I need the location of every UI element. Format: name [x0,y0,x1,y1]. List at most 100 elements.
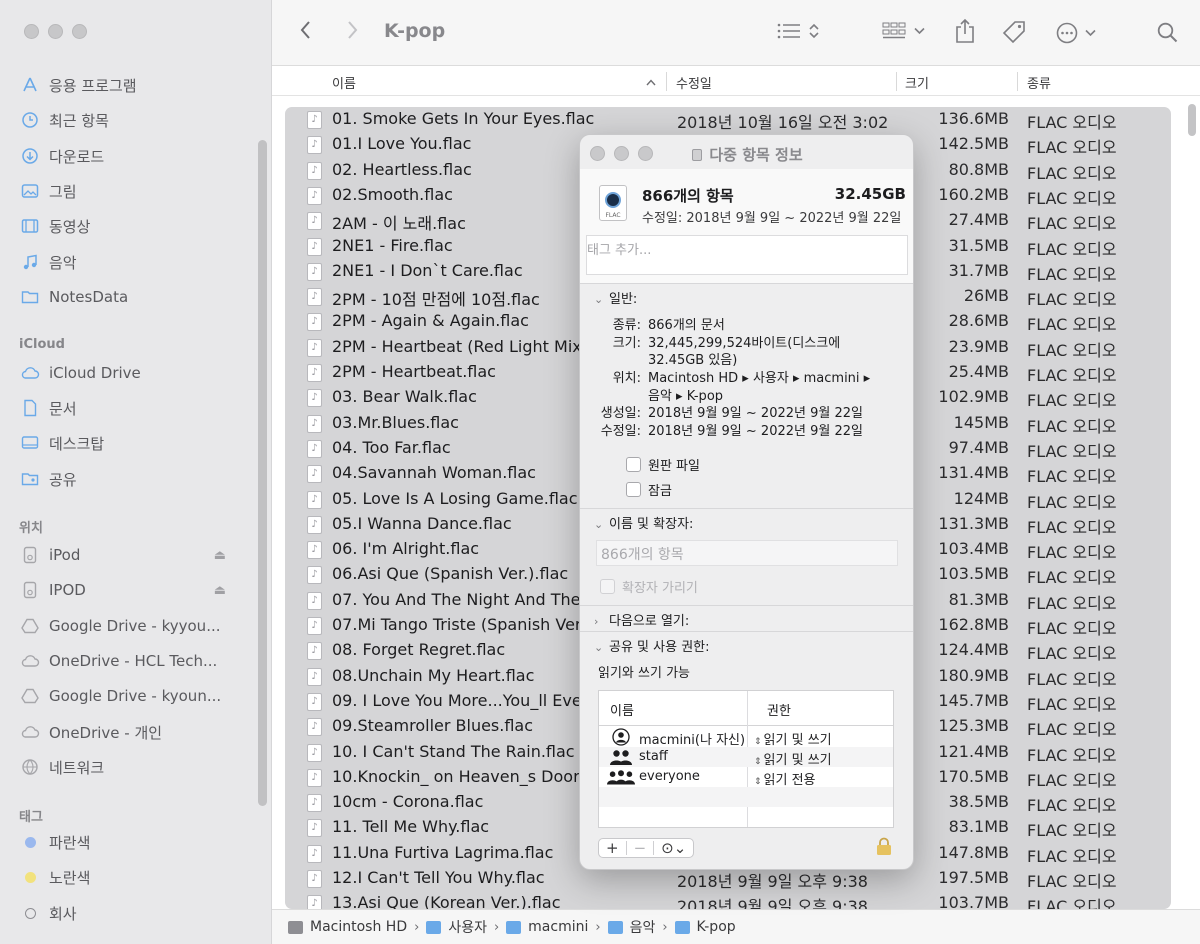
column-size[interactable]: 크기 [905,73,929,92]
file-size: 31.7MB [948,260,1009,280]
ellipsis-circle-icon [1056,22,1078,44]
eject-icon[interactable]: ⏏ [214,583,226,598]
checkbox-box[interactable] [626,482,641,497]
divider [580,283,913,284]
share-button[interactable] [955,18,975,44]
file-name: 2PM - 10점 만점에 10점.flac [332,290,540,310]
tag-dot-icon [20,903,40,923]
path-item[interactable]: 음악 [607,917,655,937]
sidebar-item-onedrive-hcl[interactable]: OneDrive - HCL Tech... [20,646,260,676]
path-item[interactable]: macmini [506,919,588,935]
modified-range: 수정일: 2018년 9월 9일 ~ 2022년 9월 22일 [642,211,902,226]
permission-row[interactable]: staff ⇕ 읽기 및 쓰기 [599,747,893,768]
list-scrollbar[interactable] [1188,104,1196,136]
sidebar-item-icloud-drive[interactable]: iCloud Drive [20,358,260,388]
checkbox-box[interactable] [626,457,641,472]
permissions-table[interactable]: 이름 권한 macmini(나 자신) ⇕ 읽기 및 쓰기 staff ⇕ 읽기 및… [598,690,894,828]
sidebar-item-onedrive-personal[interactable]: OneDrive - 개인 [20,717,260,747]
permission-privilege[interactable]: ⇕ 읽기 및 쓰기 [754,729,832,748]
audio-file-icon: ♪ [307,617,322,635]
file-size: 103.4MB [938,539,1009,559]
sidebar-item-network[interactable]: 네트워크 [20,752,260,782]
path-item[interactable]: K-pop [674,919,736,935]
back-button[interactable] [300,20,312,40]
column-kind[interactable]: 종류 [1027,73,1051,92]
eject-icon[interactable]: ⏏ [214,548,226,563]
file-row[interactable]: ♪ 13.Asi Que (Korean Ver.).flac 2018년 9월 9… [285,891,1171,909]
audio-file-icon: ♪ [307,541,322,560]
checkbox-box[interactable] [600,579,615,594]
perm-header-privilege[interactable]: 권한 [767,700,791,719]
folder-icon [674,920,690,934]
permission-privilege[interactable]: ⇕ 읽기 전용 [754,769,816,788]
action-menu-button[interactable] [1056,22,1096,44]
hide-extension-checkbox[interactable]: 확장자 가리기 [600,577,698,596]
name-extension-section-toggle[interactable]: ⌄ 이름 및 확장자: [594,513,693,532]
sidebar-item-notesdata[interactable]: NotesData [20,282,260,312]
search-button[interactable] [1157,22,1178,43]
name-field[interactable]: 866개의 항목 [596,540,898,566]
sidebar-item-tag-work[interactable]: 회사 [20,898,260,928]
permission-row[interactable]: everyone ⇕ 읽기 전용 [599,767,893,788]
sidebar-item-applications[interactable]: 응용 프로그램 [20,70,260,100]
sidebar-item-shared[interactable]: 공유 [20,464,260,494]
file-kind: FLAC 오디오 [1027,138,1117,158]
sharing-section-toggle[interactable]: ⌄ 공유 및 사용 권한: [594,636,710,655]
sidebar-item-tag-yellow[interactable]: 노란색 [20,862,260,892]
tag-icon [1002,21,1025,44]
sort-ascending-icon[interactable] [646,79,656,86]
sidebar-item-label: NotesData [49,288,129,306]
sidebar-item-movies[interactable]: 동영상 [20,211,260,241]
minimize-button[interactable] [48,24,63,39]
file-name: 02.Smooth.flac [332,184,453,204]
sidebar-scrollbar[interactable] [258,140,267,806]
audio-file-icon: ♪ [307,591,322,610]
tags-input[interactable]: 태그 추가... [586,235,908,275]
chevron-left-icon [300,21,310,39]
audio-file-icon: ♪ [307,237,322,256]
add-permission-button[interactable]: + [599,839,626,857]
group-button[interactable] [882,22,925,40]
close-button[interactable] [24,24,39,39]
permission-row[interactable]: macmini(나 자신) ⇕ 읽기 및 쓰기 [599,727,893,748]
sidebar-item-ipod[interactable]: iPod ⏏ [20,540,260,570]
sidebar-item-music[interactable]: 음악 [20,247,260,277]
sidebar-item-ipod-2[interactable]: IPOD ⏏ [20,575,260,605]
general-section-toggle[interactable]: ⌄ 일반: [594,288,637,307]
sidebar-item-tag-blue[interactable]: 파란색 [20,827,260,857]
remove-permission-button[interactable]: − [627,839,654,857]
chevron-right-icon [348,21,358,39]
sidebar-item-documents[interactable]: 문서 [20,393,260,423]
list-view-button[interactable] [777,22,819,40]
permission-privilege[interactable]: ⇕ 읽기 및 쓰기 [754,749,832,768]
sidebar-item-pictures[interactable]: 그림 [20,176,260,206]
sidebar-item-recents[interactable]: 최근 항목 [20,105,260,135]
column-separator[interactable] [1017,72,1018,91]
audio-file-icon: ♪ [307,718,322,737]
zoom-button[interactable] [72,24,87,39]
sidebar-item-google-drive-2[interactable]: Google Drive - kyoun... [20,681,260,711]
column-separator[interactable] [896,72,897,91]
path-item[interactable]: 사용자 [426,917,487,937]
file-row[interactable]: ♪ 01. Smoke Gets In Your Eyes.flac 2018년 1… [285,107,1171,132]
stationery-checkbox[interactable]: 원판 파일 [626,455,700,474]
file-kind: FLAC 오디오 [1027,593,1117,613]
column-modified[interactable]: 수정일 [676,73,712,92]
tag-button[interactable] [1002,20,1026,44]
column-name[interactable]: 이름 [332,73,356,92]
perm-header-name[interactable]: 이름 [610,700,634,719]
lock-icon[interactable] [876,837,892,856]
permission-action-menu[interactable]: ⊙⌄ [654,839,693,857]
column-separator[interactable] [666,72,667,91]
sidebar-item-downloads[interactable]: 다운로드 [20,141,260,171]
sidebar-item-label: 음악 [49,253,77,272]
file-name: 2PM - Again & Again.flac [332,311,529,331]
locked-checkbox[interactable]: 잠금 [626,480,672,499]
open-with-section-toggle[interactable]: › 다음으로 열기: [594,610,689,629]
audio-file-icon: ♪ [307,819,322,838]
forward-button[interactable] [346,20,358,40]
checkbox-label: 확장자 가리기 [622,581,698,596]
sidebar-item-desktop[interactable]: 데스크탑 [20,428,260,458]
sidebar-item-google-drive-1[interactable]: Google Drive - kyyou... [20,611,260,641]
path-item[interactable]: Macintosh HD [288,919,407,935]
